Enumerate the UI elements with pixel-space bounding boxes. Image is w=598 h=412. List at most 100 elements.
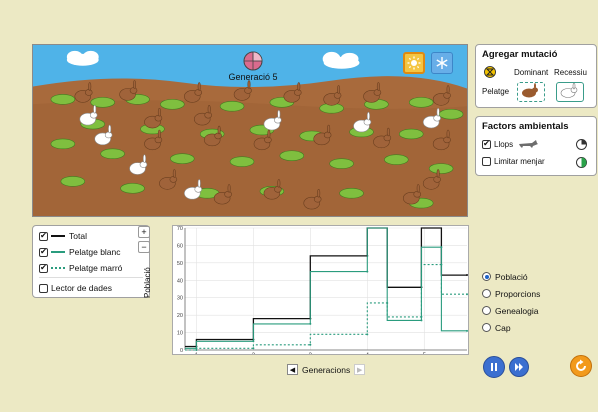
plant-bush (279, 150, 305, 161)
generation-clock-icon (243, 51, 263, 71)
arctic-environment-button[interactable] (431, 52, 453, 74)
limit-food-checkbox[interactable] (482, 157, 491, 166)
none-option-label: Cap (495, 322, 511, 333)
white-fur-checkbox[interactable] (39, 247, 48, 257)
population-chart-svg: 0 10 20 30 40 50 60 70 1 2 3 4 5 (177, 226, 468, 359)
view-option-proportions[interactable]: Proporcions (482, 285, 540, 302)
zoom-out-button[interactable]: − (138, 241, 150, 253)
plant-bush (160, 99, 185, 110)
series-point (386, 301, 389, 304)
habitat-scene: Generació 5 (32, 44, 468, 217)
total-checkbox[interactable] (39, 231, 48, 241)
legend-divider (39, 277, 143, 278)
population-radio[interactable] (482, 272, 491, 281)
series-point (420, 315, 423, 318)
limit-food-label: Limitar menjar (494, 157, 545, 166)
y-tick-label: 50 (177, 261, 183, 267)
recessive-label: Recessiu (554, 68, 587, 77)
view-option-pedigree[interactable]: Genealogia (482, 302, 540, 319)
series-point (420, 319, 423, 322)
view-options-radio-group: Població Proporcions Genealogia Cap (482, 268, 540, 336)
view-option-population[interactable]: Població (482, 268, 540, 285)
next-generations-button[interactable]: ▶ (354, 364, 366, 375)
data-probe-label: Lector de dades (51, 283, 112, 293)
food-indicator-icon (576, 157, 587, 168)
plant-bush (329, 158, 354, 169)
legend-item-total[interactable]: Total (39, 231, 87, 241)
wolves-checkbox[interactable] (482, 139, 491, 149)
series-point (466, 293, 468, 296)
proportions-option-label: Proporcions (495, 288, 541, 299)
wolves-toggle[interactable]: Llops (482, 139, 539, 149)
fast-forward-button[interactable] (509, 357, 529, 377)
series-point (466, 274, 468, 277)
brown-fur-line-swatch (51, 267, 65, 269)
plant-bush (170, 153, 195, 164)
data-probe-checkbox[interactable] (39, 283, 48, 293)
none-radio[interactable] (482, 323, 491, 332)
series-point (366, 333, 369, 336)
legend-item-white-fur[interactable]: Pelatge blanc (39, 247, 121, 257)
environmental-factors-title: Factors ambientals (482, 121, 569, 132)
y-tick-label: 40 (177, 278, 183, 284)
pedigree-option-label: Genealogia (495, 305, 539, 316)
series-point (252, 347, 255, 350)
y-tick-label: 60 (177, 243, 183, 249)
y-axis-label: Població (143, 267, 152, 298)
plant-bush (408, 97, 434, 108)
x-tick-label: 1 (195, 353, 199, 354)
y-tick-label: 30 (177, 296, 183, 302)
limit-food-toggle[interactable]: Limitar menjar (482, 157, 545, 166)
plant-bush (100, 148, 125, 159)
x-tick-label: 4 (366, 353, 370, 354)
x-axis-label: Generacions (302, 364, 351, 375)
legend-item-brown-fur[interactable]: Pelatge marró (39, 263, 122, 273)
plant-bush (120, 183, 145, 194)
recessive-white-fur-button[interactable] (556, 82, 584, 102)
sun-icon (407, 56, 421, 70)
plant-bush (428, 163, 454, 174)
y-tick-label: 20 (177, 313, 183, 319)
pause-icon (491, 363, 497, 371)
generation-indicator: Generació 5 (223, 51, 283, 82)
white-fur-line-swatch (51, 251, 65, 253)
add-mutation-panel: Agregar mutació Dominant Recessiu Pelatg… (475, 44, 597, 108)
wolves-indicator-icon (576, 139, 587, 150)
view-option-none[interactable]: Cap (482, 319, 540, 336)
legend-brown-fur-label: Pelatge marró (69, 263, 123, 273)
zoom-in-button[interactable]: + (138, 226, 150, 238)
x-tick-label: 5 (423, 353, 427, 354)
graph-legend-panel: Total Pelatge blanc Pelatge marró Lector… (32, 225, 150, 298)
population-option-label: Població (495, 271, 528, 282)
reset-icon (576, 359, 586, 371)
series-point (440, 246, 443, 249)
x-tick-label: 2 (252, 353, 256, 354)
fur-trait-label: Pelatge (482, 87, 510, 96)
proportions-radio[interactable] (482, 289, 491, 298)
pause-button[interactable] (483, 356, 505, 378)
environmental-factors-panel: Factors ambientals Llops Limitar menjar (475, 116, 597, 176)
pedigree-radio[interactable] (482, 306, 491, 315)
plant-bush (229, 156, 255, 167)
legend-white-fur-label: Pelatge blanc (69, 247, 121, 257)
series-point (309, 322, 312, 325)
brown-fur-checkbox[interactable] (39, 263, 48, 273)
generation-label: Generació 5 (228, 72, 278, 82)
brown-fur-series-line (185, 264, 467, 351)
brown-rabbit (233, 80, 252, 101)
plant-bush (219, 101, 245, 112)
total-series-line (185, 227, 467, 348)
dominant-label: Dominant (514, 68, 549, 77)
previous-generations-button[interactable]: ◀ (287, 364, 298, 375)
equator-environment-button[interactable] (403, 52, 425, 74)
data-probe-toggle[interactable]: Lector de dades (39, 283, 112, 293)
total-line-swatch (51, 235, 65, 237)
reset-all-button[interactable] (570, 355, 592, 377)
series-point (195, 349, 198, 351)
white-fur-series-line (185, 227, 467, 349)
white-rabbit-icon (560, 82, 578, 98)
x-tick-label: 3 (309, 353, 313, 354)
fast-forward-icon (515, 363, 523, 371)
plant-bush (60, 176, 86, 187)
dominant-brown-fur-button[interactable] (517, 82, 545, 102)
